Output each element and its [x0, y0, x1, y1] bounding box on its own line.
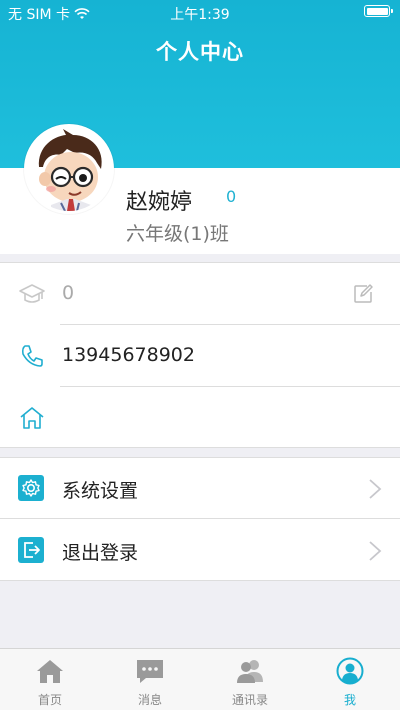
- user-class: 六年级(1)班: [126, 223, 229, 245]
- edit-icon[interactable]: [352, 283, 374, 305]
- settings-gear-icon: [18, 475, 44, 501]
- user-points-badge: 0: [226, 187, 237, 206]
- tab-label: 首页: [37, 693, 62, 707]
- user-name: 赵婉婷: [126, 190, 193, 215]
- message-icon: [137, 660, 163, 683]
- tab-messages[interactable]: 消息: [100, 649, 200, 710]
- graduation-cap-icon: [19, 284, 45, 303]
- battery-icon: [364, 5, 393, 17]
- logout-icon: [18, 537, 44, 563]
- grade-row: 0: [0, 263, 400, 325]
- menu-section: 系统设置 退出登录: [0, 457, 400, 581]
- settings-label: 系统设置: [62, 480, 139, 502]
- info-section: 0 13945678902: [0, 262, 400, 448]
- grade-value: 0: [62, 282, 75, 304]
- phone-icon: [21, 345, 43, 367]
- phone-number: 13945678902: [62, 344, 195, 366]
- cartoon-boy-avatar-icon: [27, 127, 111, 211]
- avatar[interactable]: [24, 124, 114, 214]
- tab-label: 我: [343, 693, 356, 707]
- tab-me[interactable]: 我: [300, 649, 400, 710]
- divider: [0, 518, 400, 519]
- status-time: 上午1:39: [170, 7, 230, 23]
- logout-label: 退出登录: [62, 542, 139, 564]
- tab-label: 消息: [137, 693, 162, 707]
- tab-contacts[interactable]: 通讯录: [200, 649, 300, 710]
- page-title: 个人中心: [156, 40, 244, 64]
- contacts-icon: [237, 660, 263, 683]
- tab-bar: 首页 消息 通讯录 我: [0, 648, 400, 710]
- tab-home[interactable]: 首页: [0, 649, 100, 710]
- me-icon: [336, 657, 364, 685]
- status-bar: 无 SIM 卡 上午1:39: [0, 0, 400, 24]
- home-icon: [37, 660, 63, 683]
- settings-menu-item[interactable]: 系统设置: [0, 458, 400, 519]
- phone-row: 13945678902: [0, 325, 400, 387]
- chevron-right-icon: [369, 541, 382, 561]
- logout-menu-item[interactable]: 退出登录: [0, 520, 400, 581]
- home-outline-icon: [20, 407, 44, 429]
- tab-label: 通讯录: [231, 693, 268, 707]
- chevron-right-icon: [369, 479, 382, 499]
- address-row: [0, 387, 400, 449]
